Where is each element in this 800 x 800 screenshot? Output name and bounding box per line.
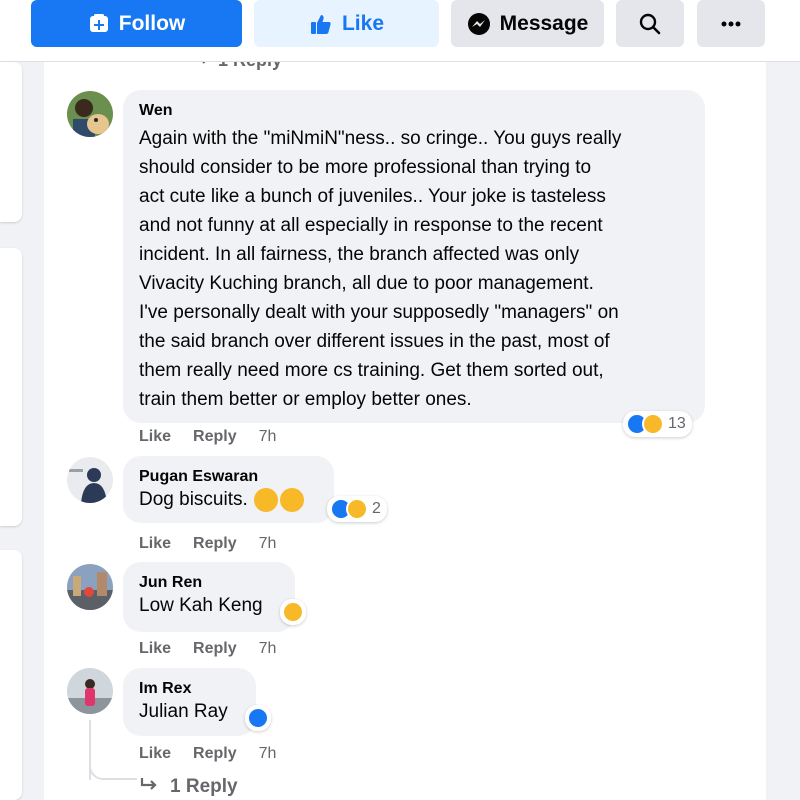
reaction-summary[interactable] [245, 705, 271, 731]
like-comment-button[interactable]: Like [139, 535, 171, 553]
reaction-summary[interactable] [280, 599, 306, 625]
comment-timestamp[interactable]: 7h [259, 640, 277, 658]
comment-line: should consider to be more professional … [139, 157, 592, 178]
message-button[interactable]: Message [451, 0, 604, 47]
comment-line: train them better or employ better ones. [139, 389, 472, 410]
follow-button[interactable]: Follow [31, 0, 242, 47]
comment-bubble: Jun Ren Low Kah Keng [123, 562, 295, 632]
view-replies-label: 1 Reply [218, 62, 282, 71]
left-card [0, 62, 22, 222]
view-replies-link[interactable]: 1 Reply [140, 776, 238, 798]
comment-actions: Like Reply 7h [139, 535, 276, 553]
hugging-face-icon [642, 413, 664, 435]
comment-bubble: Wen Again with the "miNmiN"ness.. so cri… [123, 90, 705, 423]
comment-timestamp[interactable]: 7h [259, 428, 277, 446]
comment-text: Low Kah Keng [139, 593, 263, 619]
comment-actions: Like Reply 7h [139, 745, 276, 763]
like-reaction-icon [247, 707, 269, 729]
comment-text: Dog biscuits. [139, 487, 304, 513]
comment-line: Dog biscuits. [139, 489, 248, 510]
like-comment-button[interactable]: Like [139, 428, 171, 446]
avatar[interactable] [67, 564, 113, 610]
left-card [0, 248, 22, 526]
left-card [0, 550, 22, 800]
haha-reaction-icon [282, 601, 304, 623]
comment-line: and not funny at all especially in respo… [139, 215, 603, 236]
view-replies-link[interactable]: 1 Reply [192, 62, 282, 71]
thread-connector [89, 756, 137, 780]
more-dots-icon [721, 21, 741, 27]
comment-bubble: Pugan Eswaran Dog biscuits. [123, 456, 334, 523]
view-replies-label: 1 Reply [170, 776, 238, 797]
comments-panel: 1 Reply Wen Again with the "miNmiN"ness.… [44, 62, 766, 800]
like-page-label: Like [341, 11, 385, 35]
comment-line: incident. In all fairness, the branch af… [139, 244, 580, 265]
like-comment-button[interactable]: Like [139, 745, 171, 763]
comment-line[interactable]: Low Kah Keng [139, 593, 263, 619]
rolling-laughing-icon [253, 488, 278, 512]
comment-line: act cute like a bunch of juveniles.. You… [139, 186, 606, 207]
comment-actions: Like Reply 7h [139, 640, 276, 658]
comment-line[interactable]: Julian Ray [139, 699, 228, 725]
haha-reaction-icon [346, 498, 368, 520]
message-label: Message [499, 11, 589, 35]
comment-author[interactable]: Im Rex [139, 679, 240, 699]
reaction-count: 13 [668, 415, 686, 432]
comment-author[interactable]: Jun Ren [139, 573, 279, 593]
reply-comment-button[interactable]: Reply [193, 745, 237, 763]
like-comment-button[interactable]: Like [139, 640, 171, 658]
comment-line: Again with the "miNmiN"ness.. so cringe.… [139, 128, 622, 149]
left-column [0, 62, 44, 800]
comment-author[interactable]: Pugan Eswaran [139, 467, 318, 487]
search-icon [638, 12, 662, 36]
avatar[interactable] [67, 91, 113, 137]
reply-comment-button[interactable]: Reply [193, 428, 237, 446]
messenger-icon [467, 12, 491, 36]
comment-bubble: Im Rex Julian Ray [123, 668, 256, 736]
like-page-button[interactable]: Like [254, 0, 439, 47]
comment-text: Again with the "miNmiN"ness.. so cringe.… [139, 124, 689, 414]
search-button[interactable] [616, 0, 684, 47]
comment-timestamp[interactable]: 7h [259, 535, 277, 553]
comment-line: Vivacity Kuching branch, all due to poor… [139, 273, 594, 294]
more-options-button[interactable] [697, 0, 765, 47]
comment-actions: Like Reply 7h [139, 428, 276, 446]
reaction-summary[interactable]: 2 [327, 496, 387, 522]
page-gutter [766, 62, 800, 800]
reply-arrow-icon [192, 62, 210, 71]
comment-line: them really need more cs training. Get t… [139, 360, 604, 381]
thumbs-up-icon [309, 12, 333, 36]
avatar[interactable] [67, 457, 113, 503]
comment-line: I've personally dealt with your supposed… [139, 302, 619, 323]
comment-author[interactable]: Wen [139, 101, 689, 121]
page-action-bar: Follow Like Message [0, 0, 800, 62]
comment-timestamp[interactable]: 7h [259, 745, 277, 763]
avatar[interactable] [67, 668, 113, 714]
reply-comment-button[interactable]: Reply [193, 640, 237, 658]
follow-plus-icon [88, 13, 110, 35]
reply-comment-button[interactable]: Reply [193, 535, 237, 553]
reaction-count: 2 [372, 500, 381, 517]
follow-label: Follow [118, 11, 186, 35]
rolling-laughing-icon [279, 488, 304, 512]
comment-text: Julian Ray [139, 699, 228, 725]
reply-arrow-icon [140, 776, 160, 798]
comment-line: the said branch over different issues in… [139, 331, 610, 352]
reaction-summary[interactable]: 13 [623, 411, 692, 437]
